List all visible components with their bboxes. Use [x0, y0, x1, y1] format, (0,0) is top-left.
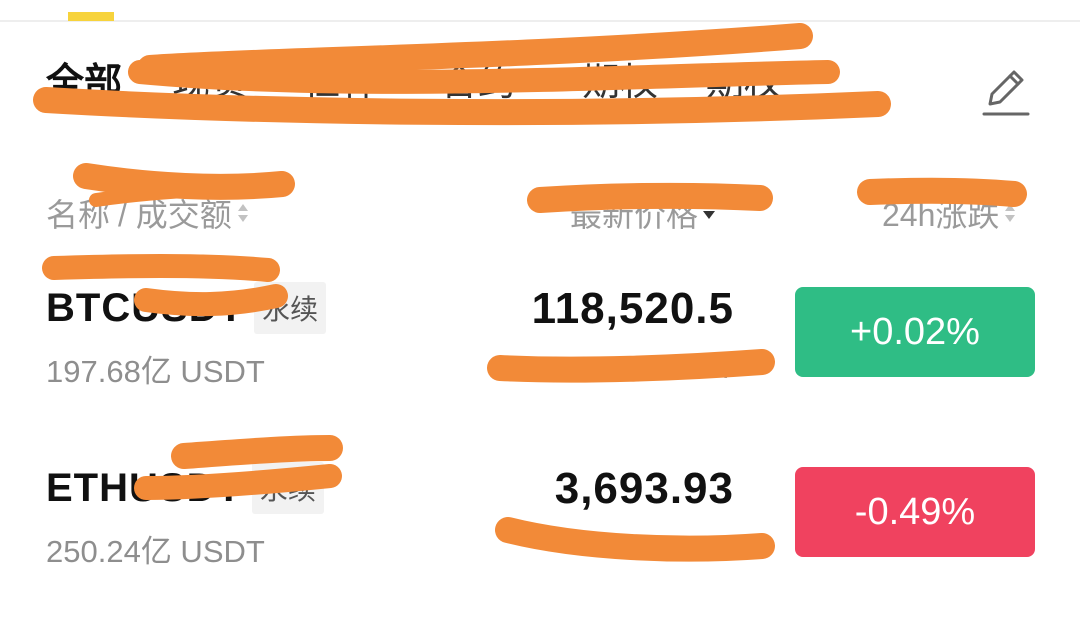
pencil-icon: [982, 70, 1030, 116]
header-volume-label: / 成交额: [118, 197, 232, 233]
edit-button[interactable]: [980, 64, 1032, 118]
change-badge[interactable]: -0.49%: [795, 467, 1035, 557]
tab-spot[interactable]: 现货: [172, 64, 248, 102]
row-price: 3,693.93: [554, 464, 734, 513]
active-indicator: [68, 12, 114, 21]
perpetual-badge: 永续: [251, 462, 324, 514]
header-price-label: 最新价格: [570, 197, 699, 233]
header-name[interactable]: 名称 / 成交额: [46, 190, 250, 236]
row-volume: 250.24亿 USDT: [46, 534, 265, 569]
header-change[interactable]: 24h涨跌: [882, 190, 1017, 236]
perpetual-badge: 永续: [254, 282, 327, 334]
row-price: 118,520.5: [531, 284, 734, 333]
row-volume: 197.68亿 USDT: [46, 354, 265, 389]
change-badge[interactable]: +0.02%: [795, 287, 1035, 377]
sort-down-icon: [703, 211, 716, 219]
row-sub-price: ¥: [717, 352, 734, 385]
tab-options-2[interactable]: 期权: [706, 64, 782, 102]
header-name-label: 名称: [46, 197, 111, 233]
row-sub-price: ¥: [717, 532, 734, 565]
header-price[interactable]: 最新价格: [570, 190, 716, 236]
tab-all[interactable]: 全部: [46, 64, 122, 102]
row-symbol: ETHUSDT 永续: [46, 462, 324, 514]
market-list-screen: 全部 现货 杠杆 合约 期权 期权 名称 / 成交额 最新价格 24h涨跌 BT…: [0, 0, 1080, 622]
sort-icon: [1005, 204, 1016, 222]
tab-options[interactable]: 期权: [582, 64, 658, 102]
header-change-label: 24h涨跌: [882, 197, 1000, 233]
row-symbol: BTCUSDT 永续: [46, 282, 327, 334]
tab-futures[interactable]: 合约: [440, 64, 516, 102]
symbol-text: ETHUSDT: [46, 465, 242, 510]
top-divider: [0, 20, 1080, 22]
sort-icon: [237, 204, 248, 222]
tab-margin[interactable]: 杠杆: [302, 64, 378, 102]
symbol-text: BTCUSDT: [46, 285, 245, 330]
